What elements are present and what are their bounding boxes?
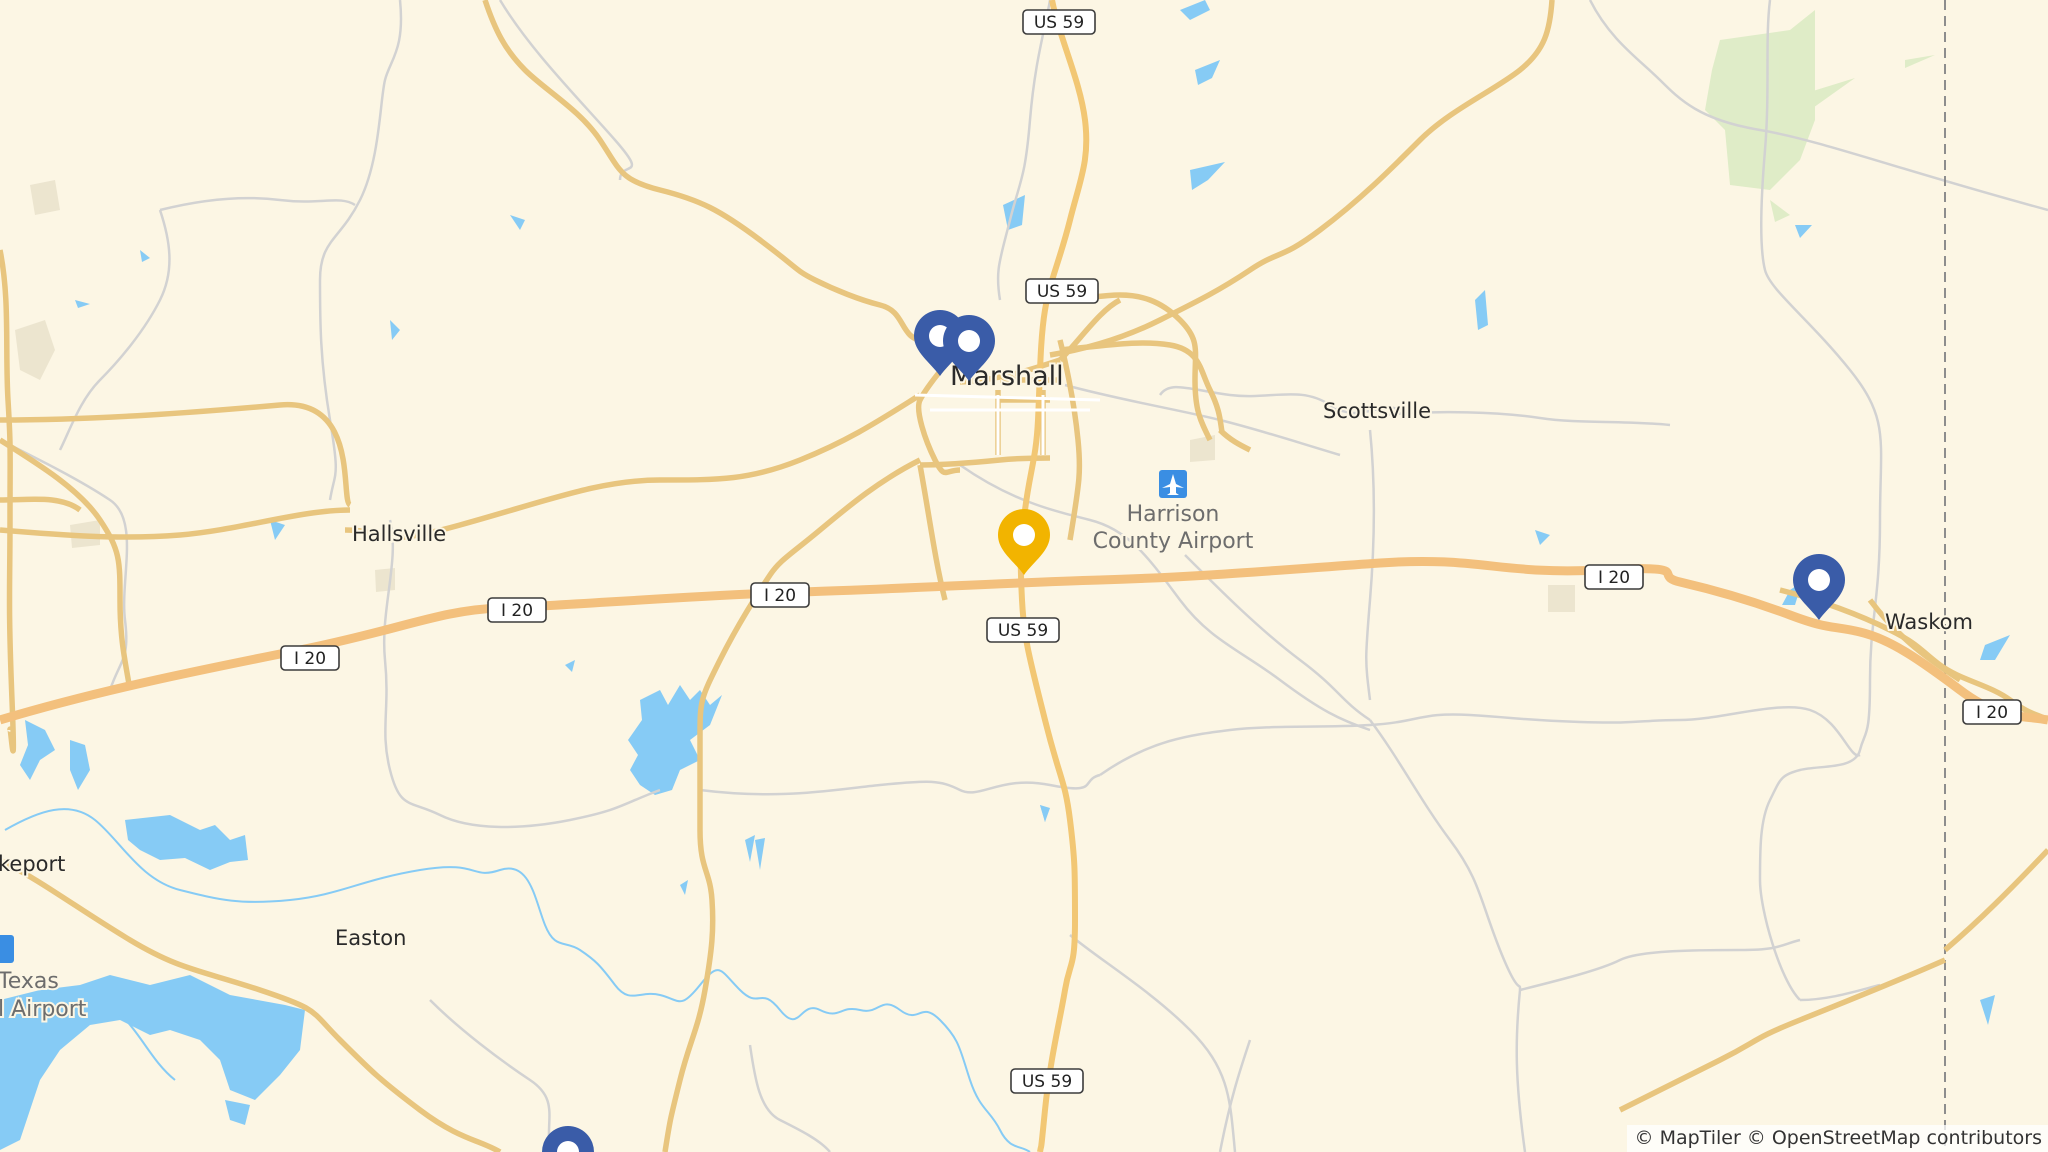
svg-text:I 20: I 20 (1976, 703, 2008, 723)
shield-us59-mid: US 59 (1025, 278, 1099, 304)
svg-text:US 59: US 59 (1037, 282, 1087, 302)
svg-text:US 59: US 59 (1034, 13, 1084, 33)
airport-name-line2: County Airport (1093, 529, 1254, 554)
shield-i20-e: I 20 (1962, 699, 2022, 725)
svg-text:I 20: I 20 (1598, 568, 1630, 588)
place-longview-partial: keport (0, 852, 65, 876)
svg-text:I 20: I 20 (294, 649, 326, 669)
shield-i20-d: I 20 (1584, 564, 1644, 590)
shield-us59-south: US 59 (986, 617, 1060, 643)
svg-text:I 20: I 20 (764, 586, 796, 606)
airport-name-line2: l Airport (0, 997, 87, 1022)
svg-text:US 59: US 59 (998, 621, 1048, 641)
place-scottsville: Scottsville (1323, 399, 1431, 423)
svg-text:I 20: I 20 (501, 601, 533, 621)
svg-text:US 59: US 59 (1022, 1072, 1072, 1092)
shield-i20-a: I 20 (280, 645, 340, 671)
place-waskom: Waskom (1885, 610, 1973, 634)
shield-i20-c: I 20 (750, 582, 810, 608)
airport-name-line1: Harrison (1127, 502, 1220, 527)
shield-i20-b: I 20 (487, 597, 547, 623)
place-easton: Easton (335, 926, 406, 950)
shield-us59-bottom: US 59 (1010, 1068, 1084, 1094)
map-canvas[interactable]: Marshall Scottsville Hallsville Waskom E… (0, 0, 2048, 1152)
shield-us59-top: US 59 (1022, 9, 1096, 35)
place-hallsville: Hallsville (352, 522, 446, 546)
airport-icon (0, 935, 14, 963)
airport-name-line1: Texas (0, 969, 59, 994)
map-attribution[interactable]: © MapTiler © OpenStreetMap contributors (1626, 1125, 2048, 1152)
